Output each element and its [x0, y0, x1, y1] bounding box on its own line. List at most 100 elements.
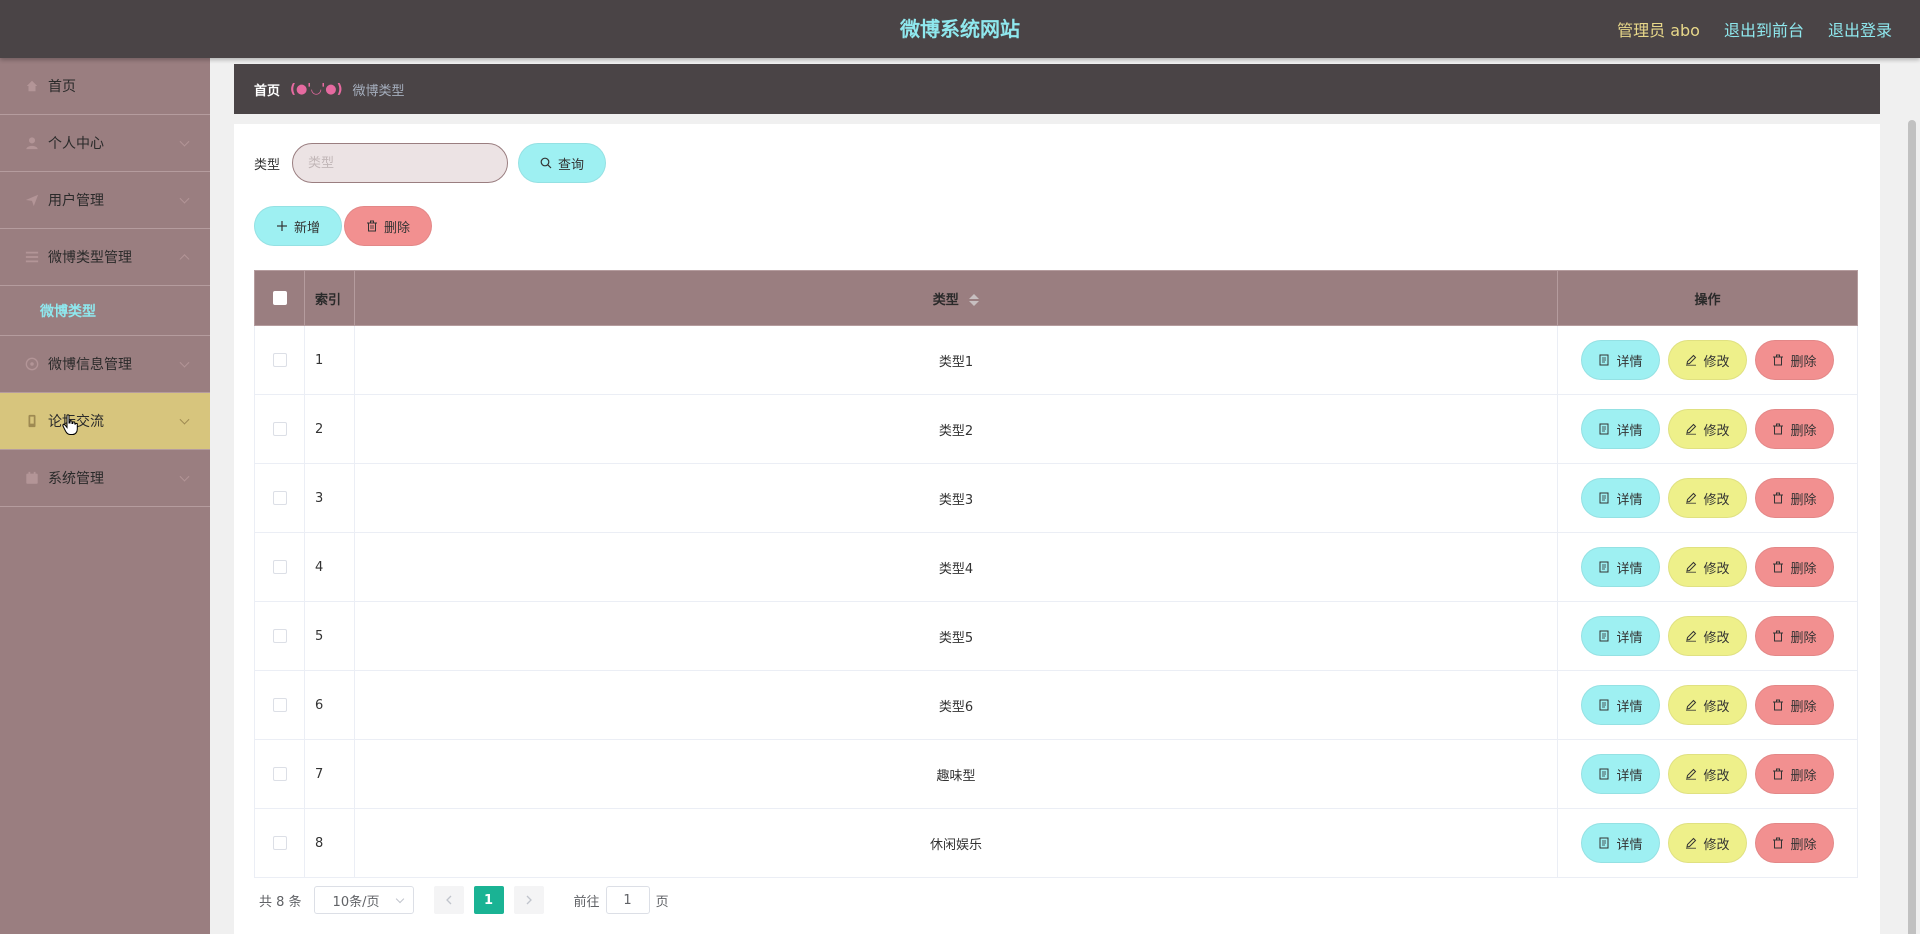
delete-button[interactable]: 删除 — [1755, 616, 1834, 656]
page-size-select[interactable]: 10条/页 — [313, 886, 414, 914]
header-type[interactable]: 类型 — [354, 270, 1558, 326]
delete-button[interactable]: 删除 — [1755, 478, 1834, 518]
delete-button[interactable]: 删除 — [1755, 754, 1834, 794]
row-type: 类型1 — [354, 325, 1558, 395]
sidebar-item-label: 首页 — [48, 79, 76, 95]
table-row: 5 类型5 详情 修改 删除 — [254, 601, 1858, 671]
document-icon — [1599, 630, 1609, 642]
breadcrumb-home[interactable]: 首页 — [254, 80, 280, 99]
vertical-scrollbar[interactable] — [1908, 120, 1916, 934]
row-checkbox[interactable] — [272, 629, 287, 643]
header-links: 管理员 abo 退出到前台 退出登录 — [1617, 0, 1892, 58]
row-checkbox[interactable] — [272, 698, 287, 712]
row-ops: 详情 修改 删除 — [1558, 754, 1857, 794]
phone-icon — [24, 413, 40, 429]
edit-button[interactable]: 修改 — [1668, 478, 1747, 518]
sidebar-item-forum[interactable]: 论坛交流 — [0, 393, 210, 450]
user-icon — [24, 135, 40, 151]
row-checkbox[interactable] — [272, 836, 287, 850]
delete-button-label: 删除 — [1790, 699, 1817, 715]
detail-button[interactable]: 详情 — [1581, 754, 1660, 794]
row-type: 类型6 — [354, 670, 1558, 740]
batch-delete-label: 删除 — [383, 220, 410, 236]
row-checkbox-cell — [254, 670, 305, 740]
delete-button[interactable]: 删除 — [1755, 547, 1834, 587]
content-panel: 类型 查询 新增 删除 索引 类型 — [234, 124, 1880, 934]
document-icon — [1599, 492, 1609, 504]
detail-button[interactable]: 详情 — [1581, 685, 1660, 725]
trash-icon — [1773, 423, 1784, 435]
page-jump-input[interactable] — [605, 886, 650, 914]
back-to-front-link[interactable]: 退出到前台 — [1724, 17, 1804, 41]
breadcrumb-current: 微博类型 — [352, 83, 405, 99]
edit-button[interactable]: 修改 — [1668, 547, 1747, 587]
table-row: 3 类型3 详情 修改 删除 — [254, 463, 1858, 533]
delete-button[interactable]: 删除 — [1755, 409, 1834, 449]
detail-button[interactable]: 详情 — [1581, 616, 1660, 656]
row-ops: 详情 修改 删除 — [1558, 823, 1857, 863]
row-index: 7 — [304, 739, 355, 809]
sort-icon[interactable] — [969, 294, 980, 306]
edit-button-label: 修改 — [1703, 492, 1730, 508]
edit-button[interactable]: 修改 — [1668, 340, 1747, 380]
row-index: 2 — [304, 394, 355, 464]
edit-button[interactable]: 修改 — [1668, 616, 1747, 656]
row-ops-cell: 详情 修改 删除 — [1557, 394, 1858, 464]
row-index: 8 — [304, 808, 355, 878]
detail-button[interactable]: 详情 — [1581, 823, 1660, 863]
delete-button-label: 删除 — [1790, 492, 1817, 508]
sidebar-item-system-management[interactable]: 系统管理 — [0, 450, 210, 507]
delete-button[interactable]: 删除 — [1755, 340, 1834, 380]
batch-delete-button[interactable]: 删除 — [344, 206, 432, 246]
sidebar-item-weibo-info-management[interactable]: 微博信息管理 — [0, 336, 210, 393]
delete-button[interactable]: 删除 — [1755, 685, 1834, 725]
detail-button[interactable]: 详情 — [1581, 409, 1660, 449]
add-button[interactable]: 新增 — [254, 206, 342, 246]
sidebar-item-weibo-type-management[interactable]: 微博类型管理 — [0, 229, 210, 286]
row-type: 类型5 — [354, 601, 1558, 671]
edit-button[interactable]: 修改 — [1668, 685, 1747, 725]
sidebar-subitem-weibo-type[interactable]: 微博类型 — [0, 286, 210, 336]
sidebar-item-personal-center[interactable]: 个人中心 — [0, 115, 210, 172]
trash-icon — [1773, 630, 1784, 642]
prev-page-button[interactable] — [433, 886, 464, 914]
edit-button[interactable]: 修改 — [1668, 823, 1747, 863]
edit-icon — [1686, 561, 1697, 573]
row-checkbox[interactable] — [272, 422, 287, 436]
sidebar-item-home[interactable]: 首页 — [0, 58, 210, 115]
chevron-down-icon — [179, 357, 190, 368]
edit-button[interactable]: 修改 — [1668, 754, 1747, 794]
delete-button[interactable]: 删除 — [1755, 823, 1834, 863]
edit-button[interactable]: 修改 — [1668, 409, 1747, 449]
page-suffix-label: 页 — [655, 894, 669, 910]
row-index: 5 — [304, 601, 355, 671]
edit-button-label: 修改 — [1703, 768, 1730, 784]
detail-button[interactable]: 详情 — [1581, 478, 1660, 518]
row-checkbox-cell — [254, 394, 305, 464]
sidebar-item-user-management[interactable]: 用户管理 — [0, 172, 210, 229]
detail-button[interactable]: 详情 — [1581, 547, 1660, 587]
edit-icon — [1686, 837, 1697, 849]
sidebar-item-label: 系统管理 — [48, 471, 104, 487]
total-count: 共 8 条 — [259, 894, 302, 910]
detail-button[interactable]: 详情 — [1581, 340, 1660, 380]
row-checkbox[interactable] — [272, 560, 287, 574]
row-checkbox[interactable] — [272, 491, 287, 505]
search-button[interactable]: 查询 — [518, 143, 607, 183]
next-page-button[interactable] — [513, 886, 544, 914]
edit-icon — [1686, 354, 1697, 366]
row-checkbox[interactable] — [272, 353, 287, 367]
action-row: 新增 删除 — [254, 206, 432, 246]
delete-button-label: 删除 — [1790, 354, 1817, 370]
type-search-input[interactable] — [292, 143, 509, 183]
page-number-current[interactable]: 1 — [473, 886, 504, 914]
row-ops-cell: 详情 修改 删除 — [1557, 670, 1858, 740]
logout-link[interactable]: 退出登录 — [1828, 17, 1892, 41]
row-type: 类型4 — [354, 532, 1558, 602]
trash-icon — [1773, 837, 1784, 849]
select-all-checkbox[interactable] — [272, 291, 287, 305]
row-checkbox[interactable] — [272, 767, 287, 781]
breadcrumb-separator: (●'◡'●) — [290, 81, 343, 97]
row-type: 休闲娱乐 — [354, 808, 1558, 878]
chevron-down-icon — [179, 471, 190, 482]
